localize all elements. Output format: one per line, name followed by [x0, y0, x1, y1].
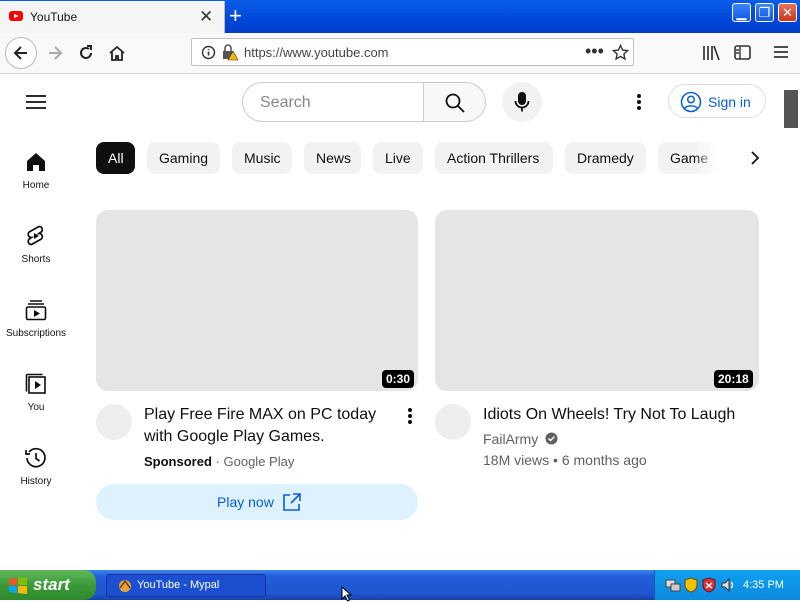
tab-close-icon[interactable]: ✕ [199, 7, 213, 27]
home-icon [109, 45, 125, 61]
guide-menu-icon[interactable] [26, 94, 46, 110]
video-title[interactable]: Idiots On Wheels! Try Not To Laugh [483, 404, 735, 426]
sidebar-item-label: Shorts [21, 254, 51, 265]
chip-dramedy[interactable]: Dramedy [565, 142, 646, 174]
search-icon [445, 93, 465, 113]
chip-live[interactable]: Live [373, 142, 423, 174]
sidebar-item-label: Subscriptions [5, 328, 67, 339]
meta-separator: • [553, 452, 558, 468]
sidebar-item-label: History [20, 476, 52, 487]
start-label: start [33, 575, 70, 594]
chip-music[interactable]: Music [232, 142, 292, 174]
mypal-app-icon [119, 579, 131, 592]
play-now-button[interactable]: Play now [96, 484, 418, 520]
taskbar-item-label: YouTube - Mypal [137, 579, 220, 591]
shorts-icon [27, 225, 44, 246]
minimize-button[interactable]: ▁ [732, 3, 751, 22]
view-count: 18M views [483, 452, 550, 468]
close-window-button[interactable]: ✕ [778, 3, 797, 22]
video-title-line: Play Free Fire MAX on PC today [144, 406, 377, 423]
external-link-icon [283, 493, 301, 511]
advertiser-name: Google Play [223, 454, 295, 469]
sidebar-item-you[interactable]: You [0, 366, 72, 436]
alert-shield-icon[interactable] [702, 577, 716, 593]
page-actions-icon[interactable]: ••• [585, 41, 604, 62]
clock: 4:35 PM [743, 579, 784, 591]
sidebar-item-history[interactable]: History [0, 440, 72, 510]
sidebar-toggle-icon[interactable] [734, 45, 751, 60]
scrollbar-thumb[interactable] [784, 90, 798, 128]
insecure-lock-icon[interactable] [221, 44, 239, 61]
security-shield-icon[interactable] [684, 577, 698, 593]
network-icon[interactable] [665, 577, 681, 593]
avatar[interactable] [96, 404, 132, 440]
microphone-icon [514, 92, 530, 112]
chip-gaming[interactable]: Gaming [147, 142, 220, 174]
channel-name[interactable]: FailArmy [483, 431, 538, 447]
library-icon[interactable] [702, 45, 720, 61]
home-button[interactable] [102, 39, 132, 69]
video-duration: 20:18 [714, 370, 753, 388]
youtube-favicon-icon [9, 11, 23, 21]
taskbar-item-mypal[interactable]: YouTube - Mypal [106, 574, 266, 597]
video-thumbnail[interactable] [96, 210, 418, 391]
reload-icon [80, 45, 92, 59]
upload-age: 6 months ago [561, 452, 647, 468]
sidebar-item-home[interactable]: Home [0, 144, 72, 214]
chip-game[interactable]: Game [658, 142, 718, 174]
avatar[interactable] [435, 404, 471, 440]
search-button[interactable] [423, 82, 486, 122]
video-duration: 0:30 [382, 370, 415, 388]
start-button[interactable]: start [0, 570, 96, 600]
arrow-right-icon [49, 46, 63, 60]
ad-meta: Sponsored · Google Play [144, 454, 294, 469]
url-bar[interactable]: https://www.youtube.com ••• [191, 38, 634, 66]
meta-separator: · [215, 454, 220, 469]
account-icon [680, 91, 702, 113]
browser-tab[interactable]: YouTube ✕ [0, 1, 225, 33]
maximize-button[interactable]: ❐ [755, 3, 774, 22]
search-input[interactable]: Search [242, 82, 424, 122]
home-icon [27, 153, 45, 171]
sidebar-item-shorts[interactable]: Shorts [0, 218, 72, 288]
arrow-left-icon [13, 46, 27, 60]
bookmark-star-icon[interactable] [612, 44, 629, 61]
play-now-label: Play now [217, 494, 274, 510]
video-title[interactable]: Play Free Fire MAX on PC today with Goog… [144, 404, 376, 448]
subscriptions-icon [25, 300, 47, 321]
new-tab-button[interactable]: + [229, 3, 242, 29]
chip-action-thrillers[interactable]: Action Thrillers [435, 142, 553, 174]
search-placeholder: Search [260, 94, 311, 111]
url-text: https://www.youtube.com [244, 45, 389, 60]
chip-news[interactable]: News [304, 142, 361, 174]
volume-icon[interactable] [720, 577, 736, 593]
system-tray: 4:35 PM [654, 570, 800, 600]
sign-in-button[interactable]: Sign in [668, 84, 766, 118]
back-button[interactable] [5, 37, 37, 69]
channel-row: FailArmy [483, 431, 558, 447]
video-stats: 18M views • 6 months ago [483, 452, 647, 468]
history-icon [25, 447, 46, 468]
sidebar-item-label: You [27, 402, 45, 413]
sign-in-label: Sign in [708, 94, 751, 110]
video-thumbnail[interactable] [435, 210, 759, 391]
sponsored-badge: Sponsored [144, 454, 212, 469]
sidebar-item-subscriptions[interactable]: Subscriptions [0, 292, 72, 362]
more-actions-icon[interactable] [407, 407, 413, 425]
tab-title: YouTube [30, 10, 78, 24]
verified-icon [545, 432, 558, 445]
reload-button[interactable] [71, 39, 101, 69]
settings-more-icon[interactable] [636, 93, 642, 111]
chip-all[interactable]: All [96, 142, 135, 174]
windows-logo-icon [9, 577, 27, 594]
sidebar-item-label: Home [22, 180, 50, 191]
video-title-line: with Google Play Games. [144, 428, 325, 445]
you-icon [25, 373, 46, 394]
app-menu-icon[interactable] [773, 45, 789, 59]
navigation-bar: https://www.youtube.com ••• [0, 33, 800, 74]
voice-search-button[interactable] [502, 82, 542, 122]
chevron-right-icon[interactable] [749, 150, 761, 166]
forward-button[interactable] [40, 39, 70, 69]
info-icon[interactable] [201, 45, 216, 60]
